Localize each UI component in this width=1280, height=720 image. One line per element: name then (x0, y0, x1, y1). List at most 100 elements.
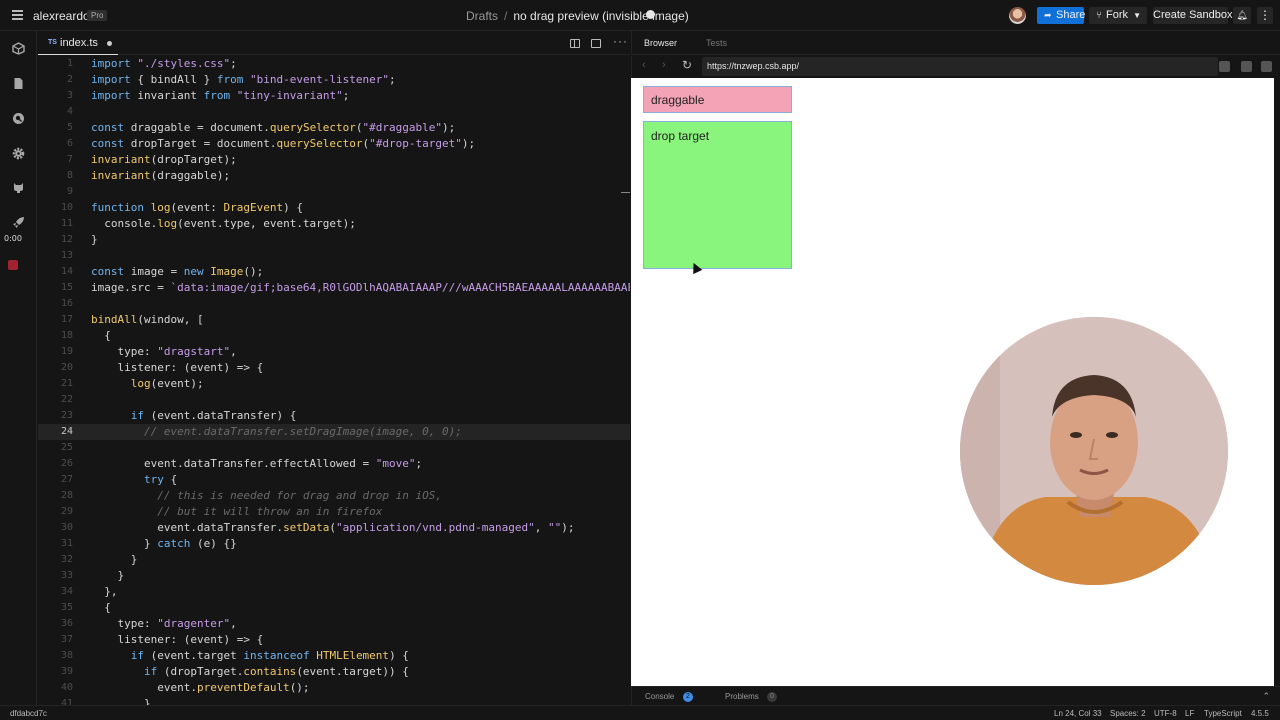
code-line[interactable]: 19 type: "dragstart", (38, 344, 630, 360)
code-text[interactable]: log(event); (91, 376, 204, 392)
chevron-down-icon[interactable]: ▼ (1133, 7, 1141, 24)
avatar[interactable] (1009, 7, 1026, 24)
code-text[interactable]: if (dropTarget.contains(event.target)) { (91, 664, 409, 680)
indentation[interactable]: Spaces: 2 (1110, 709, 1146, 718)
code-text[interactable]: function log(event: DragEvent) { (91, 200, 303, 216)
code-line[interactable]: 26 event.dataTransfer.effectAllowed = "m… (38, 456, 630, 472)
code-line[interactable]: 38 if (event.target instanceof HTMLEleme… (38, 648, 630, 664)
code-text[interactable]: event.dataTransfer.effectAllowed = "move… (91, 456, 422, 472)
search-icon[interactable] (12, 112, 25, 125)
code-text[interactable]: import "./styles.css"; (91, 56, 237, 72)
code-line[interactable]: 17 bindAll(window, [ (38, 312, 630, 328)
share-button[interactable]: ➦ Share (1037, 7, 1085, 24)
files-icon[interactable] (12, 77, 25, 90)
code-line[interactable]: 30 event.dataTransfer.setData("applicati… (38, 520, 630, 536)
code-line[interactable]: 34 }, (38, 584, 630, 600)
tab-tests[interactable]: Tests (706, 38, 727, 48)
code-line[interactable]: 33 } (38, 568, 630, 584)
split-editor-icon[interactable] (570, 39, 580, 48)
bell-icon[interactable]: 🔔︎ (1233, 7, 1251, 24)
back-icon[interactable]: ‹ (642, 59, 646, 71)
sandbox-title[interactable]: no drag preview (invisible image) (513, 9, 688, 23)
layout-icon[interactable] (1261, 61, 1272, 72)
language-mode[interactable]: TypeScript (1204, 709, 1242, 718)
code-line[interactable]: 7 invariant(dropTarget); (38, 152, 630, 168)
cursor-position[interactable]: Ln 24, Col 33 (1054, 709, 1102, 718)
draggable-box[interactable]: draggable (643, 86, 792, 113)
gear-icon[interactable] (12, 147, 25, 160)
code-line[interactable]: 22 (38, 392, 630, 408)
unsaved-dot-icon[interactable] (107, 41, 112, 46)
code-line[interactable]: 5 const draggable = document.querySelecto… (38, 120, 630, 136)
deploy-icon[interactable] (12, 216, 25, 229)
code-line[interactable]: 16 (38, 296, 630, 312)
code-text[interactable]: type: "dragenter", (91, 616, 236, 632)
tab-index-ts[interactable]: TS index.ts (38, 31, 118, 55)
code-line[interactable]: 11 console.log(event.type, event.target)… (38, 216, 630, 232)
code-text[interactable]: { (91, 600, 111, 616)
code-text[interactable]: } (91, 696, 151, 705)
chevron-up-icon[interactable]: ⌃ (1262, 691, 1270, 702)
more-menu-icon[interactable]: ⋮ (1257, 7, 1273, 24)
code-text[interactable]: // but it will throw an in firefox (91, 504, 382, 520)
code-text[interactable]: type: "dragstart", (91, 344, 236, 360)
code-line[interactable]: 3 import invariant from "tiny-invariant"; (38, 88, 630, 104)
drop-target-box[interactable]: drop target (643, 121, 792, 269)
code-text[interactable]: event.dataTransfer.setData("application/… (91, 520, 574, 536)
record-icon[interactable] (8, 260, 18, 270)
tab-console[interactable]: Console (645, 692, 674, 701)
code-text[interactable]: const image = new Image(); (91, 264, 263, 280)
code-text[interactable]: invariant(dropTarget); (91, 152, 237, 168)
code-text[interactable]: // this is needed for drag and drop in i… (91, 488, 442, 504)
code-text[interactable]: } catch (e) {} (91, 536, 237, 552)
github-icon[interactable] (12, 181, 25, 194)
code-line[interactable]: 41 } (38, 696, 630, 705)
code-text[interactable]: console.log(event.type, event.target); (91, 216, 356, 232)
code-line[interactable]: 14 const image = new Image(); (38, 264, 630, 280)
code-line[interactable]: 27 try { (38, 472, 630, 488)
code-line[interactable]: 39 if (dropTarget.contains(event.target)… (38, 664, 630, 680)
code-text[interactable]: import { bindAll } from "bind-event-list… (91, 72, 396, 88)
device-icon[interactable] (1219, 61, 1230, 72)
editor-more-icon[interactable]: ··· (613, 34, 628, 48)
forward-icon[interactable]: › (662, 59, 666, 71)
code-text[interactable]: listener: (event) => { (91, 632, 263, 648)
code-text[interactable]: if (event.dataTransfer) { (91, 408, 297, 424)
code-line[interactable]: 24 // event.dataTransfer.setDragImage(im… (38, 424, 630, 440)
code-line[interactable]: 21 log(event); (38, 376, 630, 392)
code-line[interactable]: 10 function log(event: DragEvent) { (38, 200, 630, 216)
code-editor[interactable]: 1 import "./styles.css"; 2 import { bindAll… (38, 55, 630, 705)
code-text[interactable]: listener: (event) => { (91, 360, 263, 376)
code-text[interactable]: event.preventDefault(); (91, 680, 309, 696)
code-line[interactable]: 20 listener: (event) => { (38, 360, 630, 376)
fork-button[interactable]: ⑂ Fork ▼ (1089, 7, 1147, 24)
create-sandbox-button[interactable]: Create Sandbox (1153, 7, 1233, 24)
code-line[interactable]: 23 if (event.dataTransfer) { (38, 408, 630, 424)
reload-icon[interactable]: ↻ (682, 58, 692, 72)
code-line[interactable]: 18 { (38, 328, 630, 344)
code-line[interactable]: 29 // but it will throw an in firefox (38, 504, 630, 520)
commit-hash[interactable]: dfdabcd7c (10, 709, 47, 718)
tab-problems[interactable]: Problems (725, 692, 759, 701)
code-line[interactable]: 28 // this is needed for drag and drop i… (38, 488, 630, 504)
end-of-line[interactable]: LF (1185, 709, 1194, 718)
encoding[interactable]: UTF-8 (1154, 709, 1177, 718)
typescript-version[interactable]: 4.5.5 (1251, 709, 1269, 718)
code-text[interactable]: const draggable = document.querySelector… (91, 120, 455, 136)
code-line[interactable]: 2 import { bindAll } from "bind-event-lis… (38, 72, 630, 88)
code-text[interactable]: bindAll(window, [ (91, 312, 204, 328)
code-text[interactable]: { (91, 328, 111, 344)
code-line[interactable]: 37 listener: (event) => { (38, 632, 630, 648)
menu-icon[interactable] (12, 10, 23, 22)
code-line[interactable]: 35 { (38, 600, 630, 616)
code-line[interactable]: 36 type: "dragenter", (38, 616, 630, 632)
code-line[interactable]: 25 (38, 440, 630, 456)
code-line[interactable]: 31 } catch (e) {} (38, 536, 630, 552)
code-text[interactable]: image.src = `data:image/gif;base64,R0lGO… (91, 280, 630, 296)
code-text[interactable]: // event.dataTransfer.setDragImage(image… (91, 424, 462, 440)
code-text[interactable]: }, (91, 584, 117, 600)
code-line[interactable]: 9 (38, 184, 630, 200)
code-text[interactable]: const dropTarget = document.querySelecto… (91, 136, 475, 152)
project-icon[interactable] (12, 42, 25, 55)
code-text[interactable]: try { (91, 472, 177, 488)
